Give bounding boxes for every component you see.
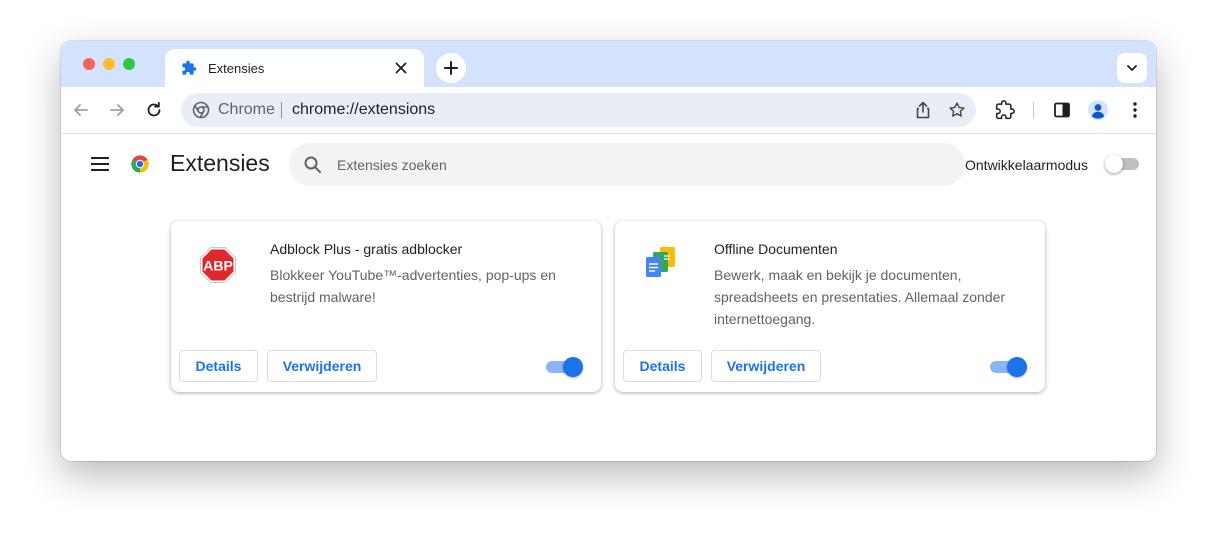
extension-card-offline-documents: Offline Documenten Bewerk, maak en bekij…: [615, 221, 1045, 392]
extension-name: Offline Documenten: [714, 241, 838, 257]
arrow-right-icon: [110, 104, 124, 116]
window-close-button[interactable]: [83, 58, 95, 70]
chrome-site-icon: [192, 101, 210, 119]
site-chip-label: Chrome: [218, 101, 275, 118]
plus-icon: [444, 61, 458, 75]
omnibox-divider: [281, 102, 282, 118]
reload-button[interactable]: [142, 98, 166, 122]
details-button[interactable]: Details: [179, 350, 258, 382]
extensions-search-box[interactable]: [289, 143, 965, 186]
details-button[interactable]: Details: [623, 350, 702, 382]
developer-mode-label: Ontwikkelaarmodus: [965, 157, 1088, 173]
developer-mode-toggle-knob: [1105, 155, 1123, 173]
abp-stop-sign-icon: ABP: [200, 247, 236, 283]
profile-button[interactable]: [1086, 98, 1110, 122]
tab-strip: Extensies: [61, 41, 1156, 87]
hamburger-menu-icon: [91, 157, 109, 171]
extension-enabled-toggle[interactable]: [546, 357, 583, 377]
url-text[interactable]: chrome://extensions: [292, 101, 435, 119]
new-tab-button[interactable]: [436, 53, 466, 83]
tab-extensions[interactable]: Extensies: [165, 49, 424, 87]
tab-close-button[interactable]: [391, 58, 411, 78]
extensions-menu-button[interactable]: [993, 98, 1017, 122]
puzzle-icon: [182, 60, 197, 75]
toolbar-divider: [1033, 102, 1034, 118]
address-bar[interactable]: Chrome chrome://extensions: [181, 93, 976, 127]
extension-description: Bewerk, maak en bekijk je documenten, sp…: [714, 267, 1006, 327]
toolbar: Chrome chrome://extensions: [61, 87, 1156, 134]
star-icon: [949, 102, 965, 117]
browser-window: Extensies Chrome chrome://extensions Ext…: [61, 41, 1156, 461]
google-docs-icon: [646, 247, 675, 277]
extension-enabled-toggle[interactable]: [990, 357, 1027, 377]
window-maximize-button[interactable]: [123, 58, 135, 70]
extensions-header: Extensies Ontwikkelaarmodus: [61, 134, 1156, 194]
puzzle-outline-icon: [995, 100, 1015, 120]
chevron-down-icon: [1127, 65, 1137, 71]
window-minimize-button[interactable]: [103, 58, 115, 70]
search-input[interactable]: [337, 143, 937, 186]
back-button[interactable]: [69, 98, 93, 122]
chrome-logo-icon: [131, 155, 149, 173]
tab-search-button[interactable]: [1117, 53, 1147, 83]
share-icon: [916, 101, 930, 119]
side-panel-button[interactable]: [1050, 98, 1074, 122]
extension-name: Adblock Plus - gratis adblocker: [270, 241, 463, 257]
remove-button[interactable]: Verwijderen: [711, 350, 821, 382]
extension-description: Blokkeer YouTube™-advertenties, pop-ups …: [270, 267, 556, 305]
forward-button[interactable]: [105, 98, 129, 122]
tab-title: Extensies: [208, 61, 265, 76]
share-button[interactable]: [913, 100, 933, 120]
developer-mode-toggle[interactable]: [1105, 155, 1139, 173]
browser-menu-button[interactable]: [1123, 98, 1147, 122]
search-icon: [304, 156, 321, 173]
extension-toggle-knob: [563, 357, 583, 377]
more-vertical-icon: [1133, 102, 1137, 118]
extension-card-adblock-plus: ABP Adblock Plus - gratis adblocker Blok…: [171, 221, 601, 392]
arrow-left-icon: [74, 104, 88, 116]
reload-icon: [147, 101, 161, 117]
main-menu-button[interactable]: [88, 152, 112, 176]
close-icon: [395, 62, 407, 74]
bookmark-button[interactable]: [947, 100, 967, 120]
avatar-icon: [1088, 100, 1108, 120]
abp-icon-text: ABP: [203, 258, 233, 274]
extension-toggle-knob: [1007, 357, 1027, 377]
page-title: Extensies: [170, 150, 270, 176]
remove-button[interactable]: Verwijderen: [267, 350, 377, 382]
side-panel-icon: [1054, 102, 1070, 118]
